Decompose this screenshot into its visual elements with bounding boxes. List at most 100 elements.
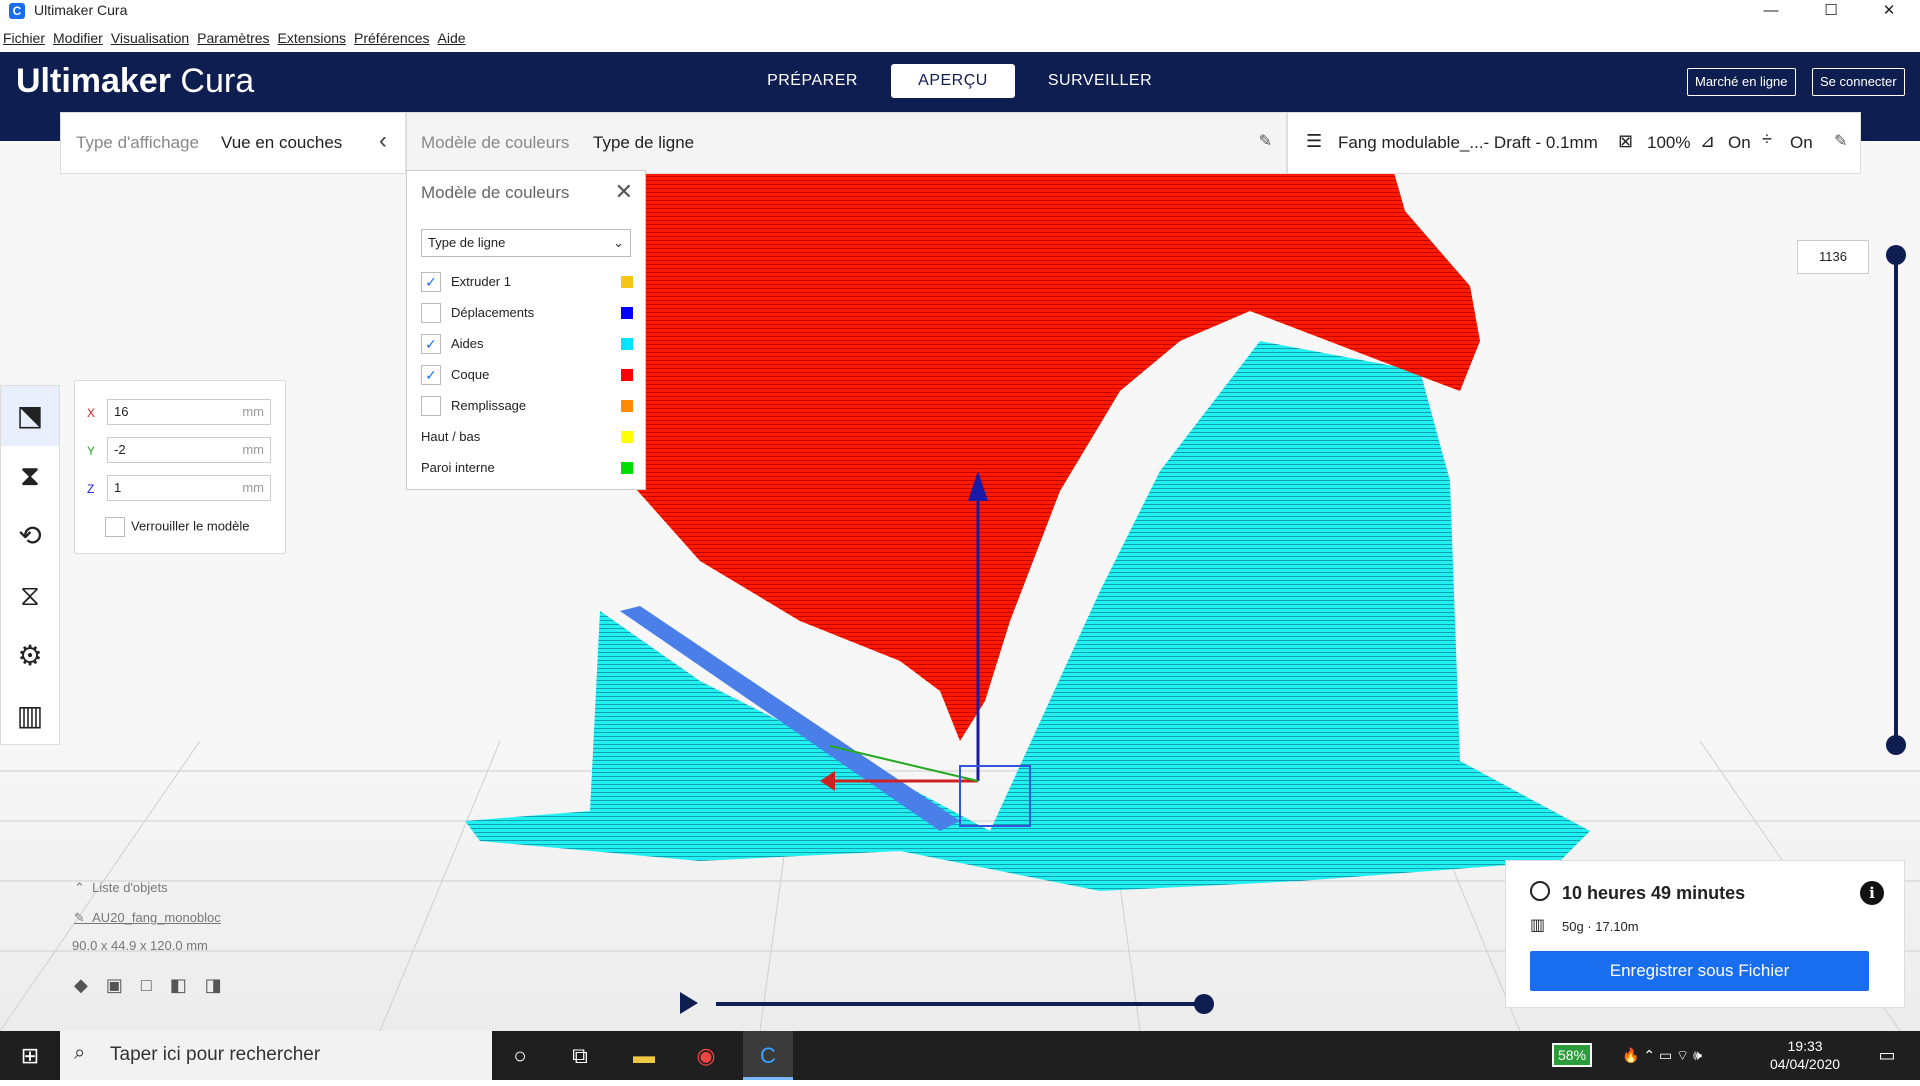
signin-button[interactable]: Se connecter (1812, 68, 1905, 96)
clock-time: 19:33 (1787, 1038, 1823, 1054)
brand-bold: Ultimaker (16, 62, 171, 100)
legend-row-0[interactable]: ✓ Extruder 1 (421, 272, 633, 292)
view-right-icon[interactable]: ◨ (205, 975, 240, 995)
legend-color-swatch (621, 276, 633, 288)
object-name[interactable]: ✎ AU20_fang_monobloc (74, 910, 240, 926)
support-icon: ⊿ (1700, 131, 1716, 151)
per-model-settings-icon[interactable]: ⚙ (1, 626, 59, 686)
view-orientation-buttons[interactable]: ◆▣□◧◨ (74, 975, 240, 996)
z-unit: mm (242, 480, 264, 495)
legend-row-4[interactable]: Remplissage (421, 396, 633, 416)
layer-slider-top-handle[interactable] (1886, 245, 1906, 265)
move-tool-icon[interactable]: ⬔ (1, 386, 59, 446)
color-scheme-popup: Modèle de couleurs ✕ Type de ligne ⌄ ✓ Ex… (406, 170, 646, 490)
view-type-panel[interactable]: Type d'affichage Vue en couches ‹ (60, 112, 406, 174)
legend-checkbox[interactable] (421, 303, 441, 323)
tab-surveiller[interactable]: SURVEILLER (1030, 64, 1170, 98)
legend-row-2[interactable]: ✓ Aides (421, 334, 633, 354)
print-setup-panel[interactable]: ☰ Fang modulable_...- Draft - 0.1mm ⊠ 10… (1287, 112, 1861, 174)
minimize-button[interactable]: — (1748, 0, 1794, 22)
clock-icon (1530, 881, 1550, 901)
layer-slider-bottom-handle[interactable] (1886, 735, 1906, 755)
legend-checkbox[interactable]: ✓ (421, 272, 441, 292)
save-to-file-button[interactable]: Enregistrer sous Fichier (1530, 951, 1869, 991)
color-scheme-select[interactable]: Type de ligne ⌄ (421, 229, 631, 257)
chrome-icon[interactable]: ◉ (681, 1031, 731, 1080)
tab-preparer[interactable]: PRÉPARER (745, 64, 880, 98)
path-slider[interactable] (716, 1002, 1204, 1006)
menu-modifier[interactable]: Modifier (53, 30, 103, 46)
taskbar-search[interactable]: ⌕ Taper ici pour rechercher (60, 1031, 492, 1080)
clock[interactable]: 19:33 04/04/2020 (1770, 1037, 1840, 1086)
maximize-button[interactable]: ☐ (1808, 0, 1854, 22)
legend-checkbox[interactable]: ✓ (421, 334, 441, 354)
rotate-tool-icon[interactable]: ⟲ (1, 506, 59, 566)
x-unit: mm (242, 404, 264, 419)
y-field[interactable]: -2 mm (107, 437, 271, 463)
color-scheme-panel[interactable]: Modèle de couleurs Type de ligne ✎ (406, 112, 1287, 174)
view-3d-icon[interactable]: ◆ (74, 975, 106, 995)
legend-row-1[interactable]: Déplacements (421, 303, 633, 323)
layer-slider[interactable] (1894, 255, 1898, 745)
battery-percent: 58% (1552, 1043, 1593, 1067)
legend-row-3[interactable]: ✓ Coque (421, 365, 633, 385)
legend-checkbox[interactable] (421, 396, 441, 416)
support-blocker-icon[interactable]: ▥ (1, 686, 59, 746)
chevron-down-icon: ⌄ (613, 235, 624, 250)
chevron-left-icon[interactable]: ‹ (379, 127, 387, 155)
view-front-icon[interactable]: ▣ (106, 975, 141, 995)
legend-label: Haut / bas (421, 429, 481, 444)
menu-aide[interactable]: Aide (438, 30, 466, 46)
view-type-value[interactable]: Vue en couches (221, 133, 342, 153)
cortana-icon[interactable]: ○ (495, 1031, 545, 1080)
lock-model-row[interactable]: Verrouiller le modèle (105, 517, 250, 537)
play-icon[interactable] (680, 992, 698, 1014)
brand-light: Cura (180, 62, 255, 100)
close-button[interactable]: ✕ (1866, 0, 1912, 22)
close-icon[interactable]: ✕ (615, 179, 633, 205)
mirror-tool-icon[interactable]: ⧖ (1, 566, 59, 626)
tab-apercu[interactable]: APERÇU (891, 64, 1015, 98)
info-icon[interactable]: i (1860, 881, 1884, 905)
menu-extensions[interactable]: Extensions (278, 30, 346, 46)
menu-preferences[interactable]: Préférences (354, 30, 429, 46)
brand: Ultimaker Cura (16, 62, 254, 101)
menu-visualisation[interactable]: Visualisation (111, 30, 189, 46)
object-list-toggle[interactable]: ⌃ Liste d'objets (74, 880, 240, 896)
battery-indicator[interactable]: 58% (1552, 1031, 1593, 1080)
task-view-icon[interactable]: ⧉ (555, 1031, 605, 1080)
support-value: On (1728, 133, 1751, 152)
z-field[interactable]: 1 mm (107, 475, 271, 501)
edit-settings-icon[interactable]: ✎ (1834, 131, 1847, 151)
layer-number[interactable]: 1136 (1797, 240, 1869, 274)
print-time: 10 heures 49 minutes (1562, 883, 1746, 903)
legend-color-swatch (621, 462, 633, 474)
profile-name[interactable]: Fang modulable_...- Draft - 0.1mm (1338, 133, 1598, 153)
notifications-icon[interactable]: ▭ (1862, 1031, 1912, 1080)
color-scheme-value[interactable]: Type de ligne (593, 133, 694, 153)
chevron-up-icon: ⌃ (74, 880, 85, 895)
clock-date: 04/04/2020 (1770, 1056, 1841, 1072)
view-top-icon[interactable]: □ (141, 975, 170, 995)
move-panel: X 16 mm Y -2 mm Z 1 mm Verrouiller le modèl… (74, 380, 286, 554)
view-left-icon[interactable]: ◧ (170, 975, 205, 995)
path-slider-handle[interactable] (1194, 994, 1214, 1014)
object-info: ⌃ Liste d'objets ✎ AU20_fang_monobloc 90… (72, 880, 240, 996)
menu-fichier[interactable]: Fichier (3, 30, 45, 46)
scale-tool-icon[interactable]: ⧗ (1, 446, 59, 506)
window-titlebar: C Ultimaker Cura — ☐ ✕ (0, 0, 1920, 22)
tray-icons[interactable]: 🔥 ⌃ ▭ ⌔ 🕪 (1622, 1031, 1702, 1080)
legend-color-swatch (621, 400, 633, 412)
pencil-icon[interactable]: ✎ (1259, 131, 1272, 151)
lock-model-checkbox[interactable] (105, 517, 125, 537)
legend-checkbox[interactable]: ✓ (421, 365, 441, 385)
menu-parametres[interactable]: Paramètres (197, 30, 269, 46)
marketplace-button[interactable]: Marché en ligne (1687, 68, 1796, 96)
z-value: 1 (114, 480, 122, 495)
x-field[interactable]: 16 mm (107, 399, 271, 425)
x-value: 16 (114, 404, 129, 419)
cura-taskbar-icon[interactable]: C (743, 1031, 793, 1080)
file-explorer-icon[interactable]: ▬ (619, 1031, 669, 1080)
windows-start-icon[interactable]: ⊞ (5, 1031, 55, 1080)
infill-value: 100% (1647, 133, 1691, 152)
